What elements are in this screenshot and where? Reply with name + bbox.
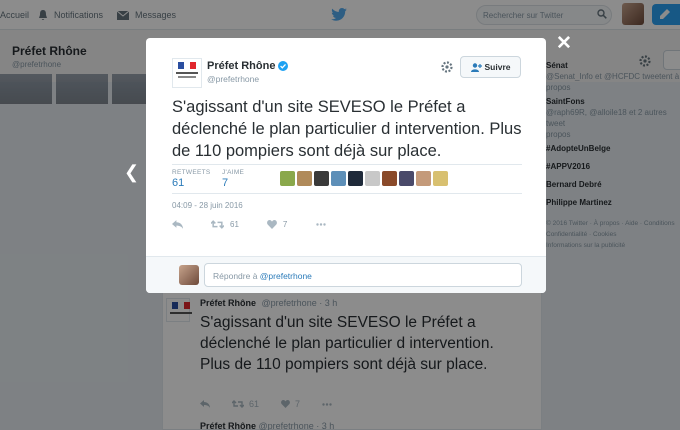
- follow-button-label: Suivre: [484, 62, 511, 72]
- tweet-actions: 61 7: [172, 220, 355, 229]
- reply-prompt: Répondre à: [213, 271, 260, 281]
- retweets-stat[interactable]: RETWEETS 61: [172, 169, 211, 189]
- reply-icon: [172, 220, 183, 229]
- likes-stat-label: J'AIME: [222, 169, 245, 176]
- likers-avatar-list: [280, 171, 448, 186]
- retweets-stat-value: 61: [172, 177, 185, 189]
- tweet-author-name[interactable]: Préfet Rhône: [207, 60, 275, 72]
- retweets-stat-label: RETWEETS: [172, 169, 211, 176]
- retweet-icon: [211, 220, 224, 229]
- more-action[interactable]: [315, 223, 327, 226]
- liker-avatar[interactable]: [433, 171, 448, 186]
- reply-action[interactable]: [172, 220, 183, 229]
- tweet-stats: RETWEETS 61 J'AIME 7: [172, 164, 522, 194]
- heart-icon: [266, 220, 277, 229]
- user-avatar: [179, 265, 199, 285]
- tweet-timestamp[interactable]: 04:09 - 28 juin 2016: [172, 201, 243, 210]
- liker-avatar[interactable]: [314, 171, 329, 186]
- liker-avatar[interactable]: [280, 171, 295, 186]
- verified-badge-icon: [278, 61, 289, 71]
- gear-icon[interactable]: [440, 60, 454, 74]
- retweet-action-count: 61: [230, 220, 239, 229]
- more-icon: [316, 223, 327, 226]
- tweet-author-name-row[interactable]: Préfet Rhône: [207, 60, 289, 72]
- likes-stat[interactable]: J'AIME 7: [222, 169, 244, 189]
- tweet-author-avatar[interactable]: [172, 58, 202, 88]
- liker-avatar[interactable]: [297, 171, 312, 186]
- retweet-action[interactable]: 61: [211, 220, 239, 229]
- close-icon[interactable]: ✕: [556, 34, 572, 54]
- liker-avatar[interactable]: [416, 171, 431, 186]
- reply-input[interactable]: Répondre à @prefetrhone: [204, 263, 522, 287]
- french-flag-logo: [178, 62, 196, 69]
- like-action-count: 7: [282, 220, 288, 229]
- liker-avatar[interactable]: [331, 171, 346, 186]
- liker-avatar[interactable]: [399, 171, 414, 186]
- tweet-text: S'agissant d'un site SEVESO le Préfet a …: [172, 98, 522, 160]
- reply-composer: Répondre à @prefetrhone: [146, 256, 546, 293]
- liker-avatar[interactable]: [348, 171, 363, 186]
- person-plus-icon: [470, 62, 482, 72]
- chevron-left-icon[interactable]: ❮: [124, 162, 139, 183]
- likes-stat-value: 7: [222, 177, 229, 189]
- tweet-author-handle[interactable]: @prefetrhone: [207, 74, 259, 84]
- tweet-detail-modal: Préfet Rhône @prefetrhone Suivre S'agiss…: [146, 38, 546, 293]
- reply-handle: @prefetrhone: [259, 271, 312, 281]
- liker-avatar[interactable]: [365, 171, 380, 186]
- liker-avatar[interactable]: [382, 171, 397, 186]
- like-action[interactable]: 7: [266, 220, 288, 229]
- follow-button[interactable]: Suivre: [460, 56, 521, 78]
